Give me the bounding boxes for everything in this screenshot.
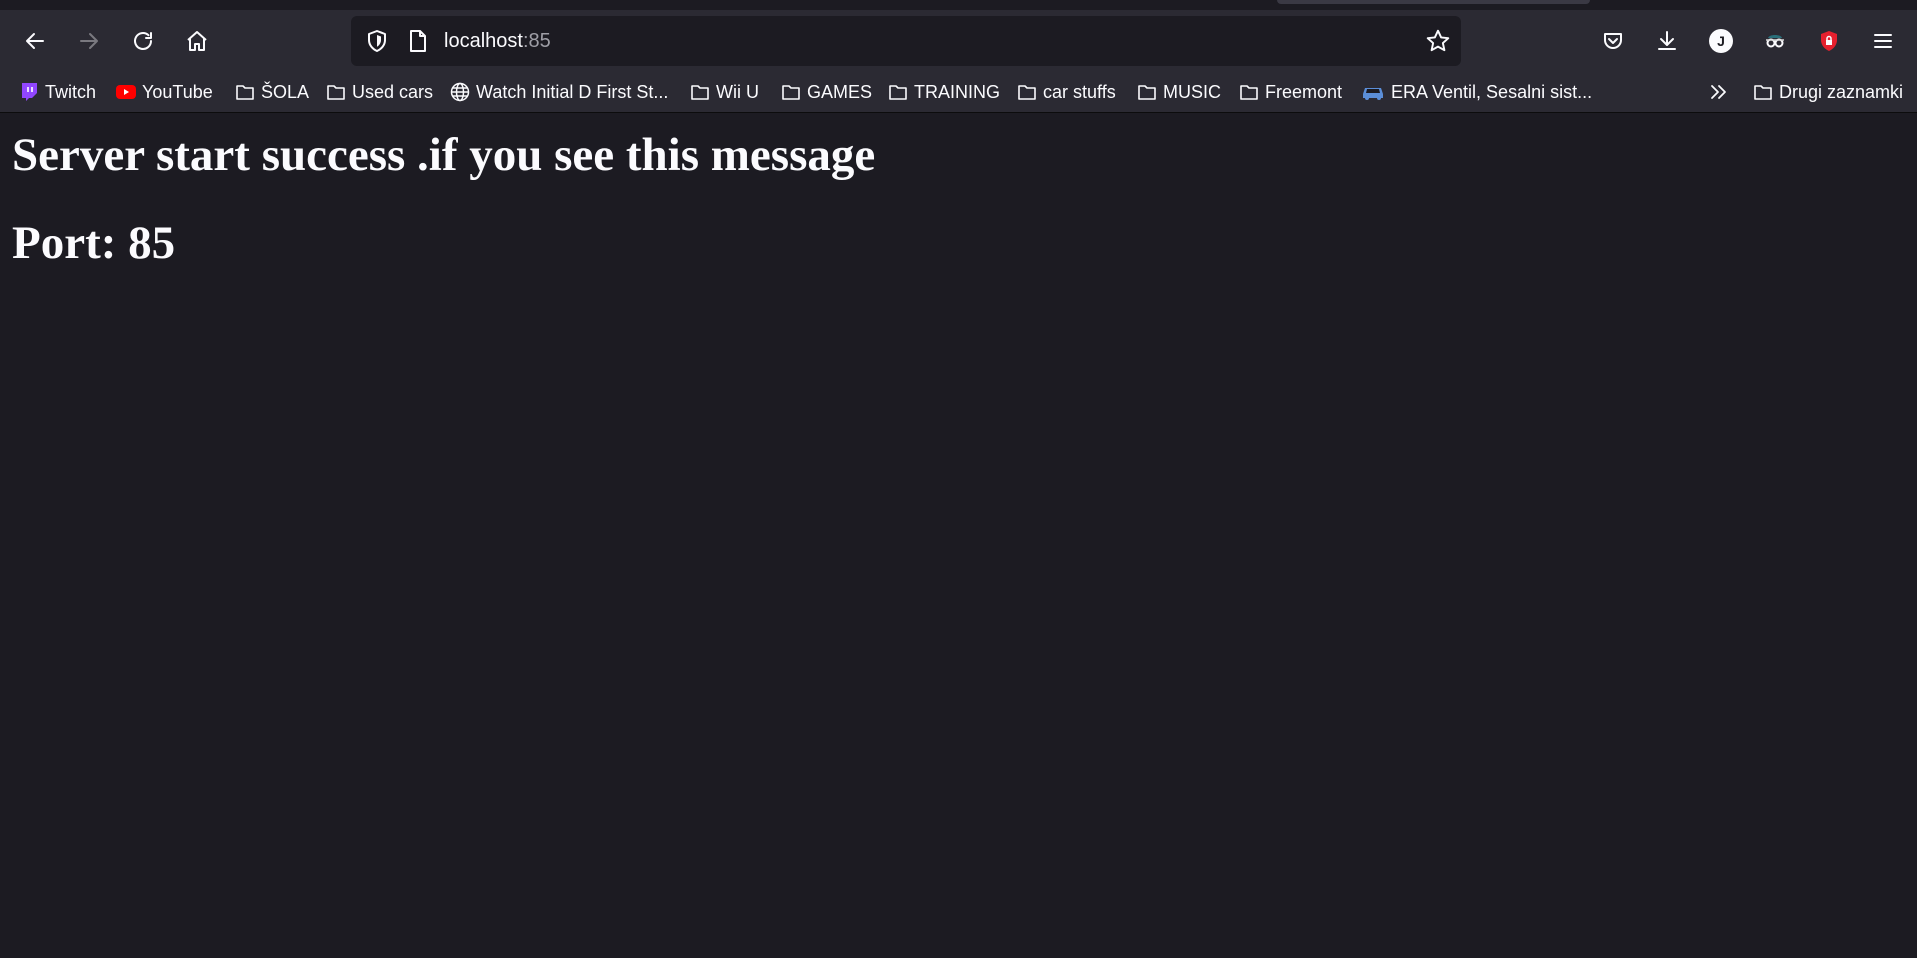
reload-button[interactable] [122, 20, 164, 62]
address-bar[interactable]: localhost:85 [351, 16, 1461, 66]
bookmark-watch-initial-d[interactable]: Watch Initial D First St... [450, 80, 668, 104]
globe-icon [450, 82, 470, 102]
folder-icon [1753, 82, 1773, 102]
more-bookmarks-chevron-button[interactable] [1708, 80, 1734, 104]
car-icon [1361, 82, 1385, 102]
bookmark-folder-training[interactable]: TRAINING [888, 80, 1000, 104]
bookmark-folder-other-bookmarks[interactable]: Drugi zaznamki [1753, 80, 1903, 104]
folder-icon [888, 82, 908, 102]
bookmark-label: MUSIC [1163, 81, 1221, 102]
bookmark-folder-car-stuffs[interactable]: car stuffs [1017, 80, 1116, 104]
bookmark-folder-freemont[interactable]: Freemont [1239, 80, 1342, 104]
bookmark-youtube[interactable]: YouTube [116, 80, 213, 104]
forward-button[interactable] [68, 20, 110, 62]
arrow-left-icon [26, 33, 44, 49]
extension-spy-button[interactable] [1754, 20, 1796, 62]
spy-glasses-icon [1766, 35, 1784, 48]
bookmark-label: GAMES [807, 81, 873, 102]
double-chevron-right-icon [1708, 82, 1728, 102]
folder-icon [781, 82, 801, 102]
bookmark-folder-used-cars[interactable]: Used cars [326, 80, 433, 104]
page-content: Server start success .if you see this me… [0, 113, 1917, 958]
navigation-toolbar: localhost:85 J [0, 10, 1917, 72]
bookmark-label: Used cars [352, 81, 434, 102]
bookmark-era-ventil[interactable]: ERA Ventil, Sesalni sist... [1361, 80, 1592, 104]
page-info-icon[interactable] [407, 29, 429, 53]
port-heading: Port: 85 [12, 217, 176, 269]
url-text[interactable]: localhost:85 [444, 29, 551, 53]
bookmark-label: Drugi zaznamki [1779, 81, 1904, 102]
bookmark-label: car stuffs [1043, 81, 1116, 102]
folder-icon [690, 82, 710, 102]
bookmark-star-icon[interactable] [1425, 28, 1451, 54]
bookmark-folder-music[interactable]: MUSIC [1137, 80, 1221, 104]
account-button[interactable]: J [1700, 20, 1742, 62]
bookmark-folder-sola[interactable]: ŠOLA [235, 80, 309, 104]
bookmark-label: YouTube [142, 81, 213, 102]
folder-icon [1137, 82, 1157, 102]
back-button[interactable] [14, 20, 56, 62]
twitch-icon [19, 82, 39, 102]
bookmark-label: Wii U [716, 81, 759, 102]
bookmark-folder-wii-u[interactable]: Wii U [690, 80, 759, 104]
folder-icon [1239, 82, 1259, 102]
bookmark-label: ERA Ventil, Sesalni sist... [1391, 81, 1593, 102]
bookmark-twitch[interactable]: Twitch [19, 80, 96, 104]
youtube-icon [116, 82, 136, 102]
folder-icon [235, 82, 255, 102]
folder-icon [326, 82, 346, 102]
tab-strip [0, 0, 1917, 10]
bookmark-label: Freemont [1265, 81, 1343, 102]
ublock-shield-icon [1821, 31, 1837, 51]
url-port: :85 [522, 30, 551, 52]
browser-window: localhost:85 J Twitch YouTube ŠOLA Used … [0, 0, 1917, 958]
active-tab-edge[interactable] [1277, 0, 1590, 4]
reload-icon [134, 32, 152, 50]
bookmarks-toolbar: Twitch YouTube ŠOLA Used cars Watch Init… [0, 72, 1917, 113]
bookmark-label: Watch Initial D First St... [476, 81, 669, 102]
hamburger-menu-icon [1874, 34, 1892, 48]
bookmark-folder-games[interactable]: GAMES [781, 80, 872, 104]
avatar: J [1709, 29, 1733, 53]
pocket-icon [1604, 33, 1622, 49]
home-button[interactable] [176, 20, 218, 62]
bookmark-label: TRAINING [914, 81, 1001, 102]
ublock-origin-button[interactable] [1808, 20, 1850, 62]
folder-icon [1017, 82, 1037, 102]
home-icon [187, 31, 207, 51]
bookmark-label: Twitch [45, 81, 97, 102]
arrow-right-icon [80, 33, 98, 49]
app-menu-button[interactable] [1862, 20, 1904, 62]
downloads-button[interactable] [1646, 20, 1688, 62]
tracking-protection-shield-icon[interactable] [365, 29, 389, 53]
pocket-button[interactable] [1592, 20, 1634, 62]
bookmark-label: ŠOLA [261, 81, 310, 102]
download-icon [1658, 31, 1676, 50]
url-host: localhost [444, 30, 523, 52]
server-status-heading: Server start success .if you see this me… [12, 129, 876, 181]
